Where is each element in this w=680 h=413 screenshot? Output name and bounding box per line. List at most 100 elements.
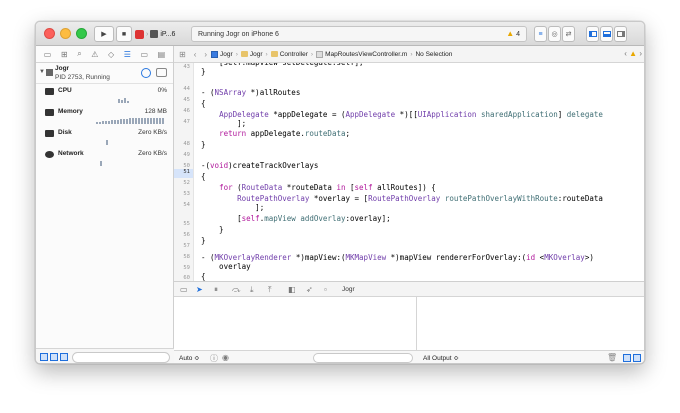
process-row[interactable]: ▼ Jogr PID 2753, Running xyxy=(36,63,173,84)
folder-icon xyxy=(270,51,278,57)
process-icon: ▫ xyxy=(324,285,327,294)
hierarchy-icon[interactable]: ⊞ xyxy=(61,50,68,59)
gauge-label: CPU xyxy=(58,87,72,94)
process-name: Jogr xyxy=(55,65,70,72)
gauge-view-icon[interactable] xyxy=(141,68,151,78)
code-line: -(void)createTrackOverlays xyxy=(201,161,319,170)
gauge-value: Zero KB/s xyxy=(138,129,167,136)
breakpoint-icon[interactable]: ▭ xyxy=(141,50,149,59)
gauge-value: 128 MB xyxy=(144,108,167,115)
bottom-panel-icon xyxy=(602,31,611,37)
minimize-window-button[interactable] xyxy=(60,28,71,39)
issue-icon[interactable]: ⚠ xyxy=(91,50,98,59)
gauge-label: Disk xyxy=(58,129,72,136)
line-number-gutter[interactable]: 43 44 45 46 47 48 49 50 51 52 53 54 55 5… xyxy=(174,63,194,281)
debug-process-label[interactable]: Jogr xyxy=(342,286,355,293)
device-icon xyxy=(150,30,159,38)
code-line: } xyxy=(201,67,206,76)
variables-filter-field[interactable] xyxy=(313,353,413,363)
toolbar: ▶ ■ › iP...6 Running Jogr on iPhone 6 ▲ … xyxy=(36,22,644,46)
gauge-sparkline xyxy=(96,137,167,145)
console-view[interactable]: All Output ≎ 🗑 xyxy=(417,297,644,363)
navigator-filter-field[interactable] xyxy=(72,352,170,363)
trash-icon[interactable]: 🗑 xyxy=(607,353,617,362)
filter-option-icon[interactable] xyxy=(60,353,68,361)
stop-button[interactable]: ■ xyxy=(116,26,132,42)
info-icon[interactable]: ⓘ xyxy=(210,353,218,363)
auto-selector[interactable]: Auto ≎ xyxy=(179,354,200,362)
filter-option-icon[interactable] xyxy=(50,353,58,361)
debug-navigator: ▭ ⊞ ⌕ ⚠ ◇ ☰ ▭ ▤ ▼ Jogr PID 2753, Running… xyxy=(36,46,174,363)
code-line: - (MKOverlayRenderer *)mapView:(MKMapVie… xyxy=(201,253,594,262)
rings-icon: ◎ xyxy=(551,31,558,38)
filter-option-icon[interactable] xyxy=(40,353,48,361)
step-out-icon[interactable]: ⤒ xyxy=(268,285,272,295)
warning-icon[interactable]: ▲ xyxy=(629,49,637,58)
warning-count: 4 xyxy=(516,31,520,38)
gauge-network[interactable]: Network Zero KB/s xyxy=(36,147,173,168)
run-button[interactable]: ▶ xyxy=(94,26,114,42)
breadcrumb-group[interactable]: Jogr xyxy=(240,51,263,58)
code-line: { xyxy=(201,99,206,108)
next-issue-icon[interactable]: › xyxy=(639,49,642,58)
navigator-filter-bar xyxy=(36,348,174,363)
step-over-icon[interactable]: ⤼ xyxy=(232,285,241,295)
version-editor-button[interactable]: ⇄ xyxy=(562,26,575,42)
code-line: AppDelegate *appDelegate = (AppDelegate … xyxy=(219,110,603,119)
breadcrumb-folder[interactable]: Controller xyxy=(270,51,308,58)
activity-view[interactable]: Running Jogr on iPhone 6 ▲ 4 xyxy=(191,26,527,42)
gauge-cpu[interactable]: CPU 0% xyxy=(36,84,173,105)
breadcrumb-project[interactable]: Jogr xyxy=(211,50,233,58)
gauge-value: Zero KB/s xyxy=(138,150,167,157)
code-text[interactable]: [self.mapView setDelegate:self]; } - (NS… xyxy=(201,63,644,281)
eye-icon[interactable]: ◉ xyxy=(222,353,229,362)
assistant-editor-button[interactable]: ◎ xyxy=(548,26,561,42)
close-window-button[interactable] xyxy=(44,28,55,39)
toggle-navigator-button[interactable] xyxy=(586,26,599,42)
code-line: { xyxy=(201,272,206,281)
hide-debug-area-icon[interactable]: ▭ xyxy=(180,285,188,294)
lines-icon: ≡ xyxy=(538,30,543,38)
search-icon[interactable]: ⌕ xyxy=(77,49,81,59)
step-into-icon[interactable]: ⤓ xyxy=(250,285,254,295)
activity-status-text: Running Jogr on iPhone 6 xyxy=(198,30,279,38)
location-icon[interactable]: ➶ xyxy=(306,285,313,294)
zoom-window-button[interactable] xyxy=(76,28,87,39)
toggle-utilities-button[interactable] xyxy=(614,26,627,42)
warning-indicator[interactable]: ▲ 4 xyxy=(506,29,520,38)
pause-icon[interactable]: ⏸ xyxy=(214,285,218,295)
camera-icon[interactable] xyxy=(156,68,167,77)
gauge-value: 0% xyxy=(157,87,167,94)
report-icon[interactable]: ▤ xyxy=(158,50,166,59)
folder-icon[interactable]: ▭ xyxy=(44,50,52,59)
breadcrumb-file[interactable]: MapRoutesViewController.m xyxy=(316,50,407,58)
breadcrumb-symbol[interactable]: No Selection xyxy=(415,51,452,58)
breakpoints-toggle-icon[interactable]: ➤ xyxy=(196,285,203,294)
scheme-selector[interactable]: › iP...6 xyxy=(135,26,185,42)
code-line: overlay xyxy=(201,262,251,271)
standard-editor-button[interactable]: ≡ xyxy=(534,26,547,42)
test-icon[interactable]: ◇ xyxy=(108,50,114,59)
play-icon: ▶ xyxy=(101,31,107,38)
forward-arrow-icon[interactable]: › xyxy=(204,50,207,59)
code-line: [self.mapView setDelegate:self]; xyxy=(201,63,364,67)
variables-filter-bar: Auto ≎ ⓘ ◉ xyxy=(174,350,417,363)
view-debugger-icon[interactable]: ◧ xyxy=(288,285,296,294)
related-items-icon[interactable]: ⊞ xyxy=(179,50,186,59)
debug-icon[interactable]: ☰ xyxy=(124,50,131,59)
app-target-icon xyxy=(135,29,144,39)
gauge-label: Network xyxy=(58,150,84,157)
output-selector[interactable]: All Output ≎ xyxy=(423,354,459,362)
disclosure-triangle-icon[interactable]: ▼ xyxy=(39,69,45,75)
code-line: } xyxy=(201,236,206,245)
gauge-disk[interactable]: Disk Zero KB/s xyxy=(36,126,173,147)
code-line: ]; xyxy=(201,119,247,128)
previous-issue-icon[interactable]: ‹ xyxy=(624,49,627,58)
show-console-icon[interactable] xyxy=(633,354,641,362)
toggle-debug-area-button[interactable] xyxy=(600,26,613,42)
back-arrow-icon[interactable]: ‹ xyxy=(194,50,197,59)
gauge-memory[interactable]: Memory 128 MB xyxy=(36,105,173,126)
show-variables-icon[interactable] xyxy=(623,354,631,362)
source-editor[interactable]: 43 44 45 46 47 48 49 50 51 52 53 54 55 5… xyxy=(174,63,644,281)
variables-view[interactable]: Auto ≎ ⓘ ◉ xyxy=(174,297,417,363)
